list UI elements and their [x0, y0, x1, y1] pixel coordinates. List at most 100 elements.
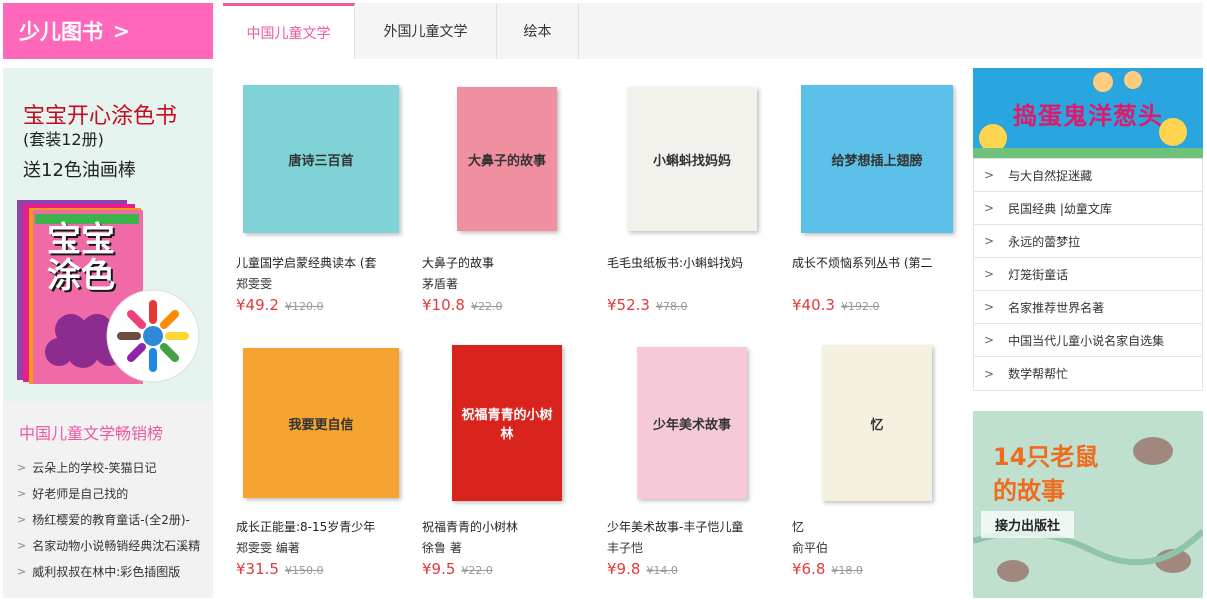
tab-foreign-children-literature[interactable]: 外国儿童文学 — [355, 3, 497, 59]
current-price: ¥49.2 — [236, 296, 279, 314]
category-item[interactable]: > 永远的蕾梦拉 — [974, 225, 1202, 258]
book-title[interactable]: 忆 — [792, 518, 962, 535]
book-price: ¥6.8 ¥18.0 — [792, 560, 863, 578]
original-price: ¥150.0 — [284, 564, 324, 577]
cover-title: 我要更自信 — [288, 417, 354, 433]
category-item[interactable]: > 名家推荐世界名著 — [974, 291, 1202, 324]
current-price: ¥31.5 — [236, 560, 279, 578]
book-card[interactable]: 给梦想插上翅膀 成长不烦恼系列丛书 (第二 ¥40.3 ¥192.0 — [792, 80, 962, 320]
chevron-right-icon: > — [984, 300, 995, 314]
book-card[interactable]: 小蝌蚪找妈妈 毛毛虫纸板书:小蝌蚪找妈 ¥52.3 ¥78.0 — [607, 80, 777, 320]
chevron-right-icon: > — [17, 460, 27, 474]
current-price: ¥10.8 — [422, 296, 465, 314]
cover-title: 忆 — [870, 417, 884, 433]
chevron-right-icon: > — [17, 564, 27, 578]
chevron-right-icon: > — [17, 486, 27, 500]
category-item-label: 中国当代儿童小说名家自选集 — [1008, 333, 1165, 348]
book-cover[interactable]: 忆 — [792, 344, 962, 502]
book-cover[interactable]: 祝福青青的小树林 — [422, 344, 592, 502]
category-item-label: 灯笼街童话 — [1008, 267, 1069, 282]
coloring-book-cover-title: 宝宝涂色 — [47, 220, 115, 296]
cover-title: 大鼻子的故事 — [467, 153, 546, 169]
chevron-right-icon: > — [984, 366, 995, 381]
bestseller-item[interactable]: > 好老师是自己找的 — [17, 480, 209, 506]
promo-banner-14-mice[interactable]: 14只老鼠 的故事 接力出版社 — [973, 411, 1203, 598]
book-title[interactable]: 祝福青青的小树林 — [422, 518, 592, 535]
current-price: ¥6.8 — [792, 560, 826, 578]
category-item-label: 与大自然捉迷藏 — [1008, 168, 1093, 183]
category-item-label: 名家推荐世界名著 — [1008, 300, 1105, 315]
tab-chinese-children-literature[interactable]: 中国儿童文学 — [223, 3, 355, 59]
chevron-right-icon: > — [984, 234, 995, 248]
chevron-right-icon: > — [984, 168, 995, 182]
original-price: ¥192.0 — [840, 300, 880, 313]
book-price: ¥9.8 ¥14.0 — [607, 560, 678, 578]
original-price: ¥78.0 — [655, 300, 688, 313]
chevron-right-icon: > — [17, 512, 27, 526]
category-item-label: 永远的蕾梦拉 — [1008, 234, 1081, 249]
bestseller-item-label: 名家动物小说畅销经典沈石溪精 — [32, 538, 201, 553]
book-title[interactable]: 成长正能量:8-15岁青少年 — [236, 518, 406, 535]
book-cover[interactable]: 唐诗三百首 — [236, 80, 406, 238]
book-price: ¥31.5 ¥150.0 — [236, 560, 323, 578]
category-tabs: 中国儿童文学 外国儿童文学 绘本 — [223, 3, 1203, 59]
book-cover[interactable]: 给梦想插上翅膀 — [792, 80, 962, 238]
book-title[interactable]: 少年美术故事-丰子恺儿童 — [607, 518, 777, 535]
bestseller-item-label: 好老师是自己找的 — [32, 486, 129, 501]
ad-title: 捣蛋鬼洋葱头 — [1013, 102, 1163, 130]
original-price: ¥14.0 — [646, 564, 678, 577]
category-item[interactable]: > 中国当代儿童小说名家自选集 — [974, 324, 1202, 357]
book-title[interactable]: 毛毛虫纸板书:小蝌蚪找妈 — [607, 254, 777, 271]
section-header[interactable]: 少儿图书 > — [3, 3, 213, 59]
original-price: ¥18.0 — [831, 564, 863, 577]
ad-title-line1: 14只老鼠 — [993, 443, 1099, 471]
book-title[interactable]: 成长不烦恼系列丛书 (第二 — [792, 254, 962, 271]
book-cover[interactable]: 大鼻子的故事 — [422, 80, 592, 238]
book-card[interactable]: 少年美术故事 少年美术故事-丰子恺儿童 丰子恺 ¥9.8 ¥14.0 — [607, 344, 777, 584]
cover-title: 唐诗三百首 — [288, 153, 354, 169]
promo-banner-onion-head[interactable]: 捣蛋鬼洋葱头 — [973, 68, 1203, 158]
publisher-label: 接力出版社 — [981, 511, 1075, 538]
original-price: ¥120.0 — [284, 300, 324, 313]
bestseller-item[interactable]: > 云朵上的学校-笑猫日记 — [17, 454, 209, 480]
category-item[interactable]: > 数学帮帮忙 — [974, 357, 1202, 390]
book-card[interactable]: 祝福青青的小树林 祝福青青的小树林 徐鲁 著 ¥9.5 ¥22.0 — [422, 344, 592, 584]
bestseller-item-label: 威利叔叔在林中:彩色插图版 — [32, 564, 181, 579]
category-item[interactable]: > 灯笼街童话 — [974, 258, 1202, 291]
book-price: ¥10.8 ¥22.0 — [422, 296, 502, 314]
book-card[interactable]: 我要更自信 成长正能量:8-15岁青少年 郑雯雯 编著 ¥31.5 ¥150.0 — [236, 344, 406, 584]
book-cover[interactable]: 少年美术故事 — [607, 344, 777, 502]
book-author[interactable]: 茅盾著 — [422, 275, 458, 292]
promo-banner[interactable]: 宝宝开心涂色书 (套装12册) 送12色油画棒 宝宝涂色 — [3, 68, 213, 402]
book-author[interactable]: 郑雯雯 编著 — [236, 539, 300, 556]
book-card[interactable]: 唐诗三百首 儿童国学启蒙经典读本 (套 郑雯雯 ¥49.2 ¥120.0 — [236, 80, 406, 320]
chevron-right-icon: > — [113, 19, 130, 43]
chevron-right-icon: > — [17, 538, 27, 552]
bestseller-list: > 云朵上的学校-笑猫日记 > 好老师是自己找的 > 杨红樱爱的教育童话-(全2册)-… — [17, 454, 209, 584]
book-price: ¥9.5 ¥22.0 — [422, 560, 493, 578]
chevron-right-icon: > — [984, 333, 995, 347]
book-cover[interactable]: 我要更自信 — [236, 344, 406, 502]
cover-title: 少年美术故事 — [652, 417, 731, 433]
tab-picture-books[interactable]: 绘本 — [497, 3, 579, 59]
book-card[interactable]: 忆 忆 俞平伯 ¥6.8 ¥18.0 — [792, 344, 962, 584]
book-card[interactable]: 大鼻子的故事 大鼻子的故事 茅盾著 ¥10.8 ¥22.0 — [422, 80, 592, 320]
book-title[interactable]: 大鼻子的故事 — [422, 254, 592, 271]
chevron-right-icon: > — [984, 267, 995, 281]
bestseller-item[interactable]: > 威利叔叔在林中:彩色插图版 — [17, 558, 209, 584]
bestseller-item-label: 云朵上的学校-笑猫日记 — [32, 460, 157, 475]
bestseller-item[interactable]: > 杨红樱爱的教育童话-(全2册)- — [17, 506, 209, 532]
book-author[interactable]: 郑雯雯 — [236, 275, 272, 292]
book-cover[interactable]: 小蝌蚪找妈妈 — [607, 80, 777, 238]
book-author[interactable]: 徐鲁 著 — [422, 539, 462, 556]
book-price: ¥49.2 ¥120.0 — [236, 296, 323, 314]
book-title[interactable]: 儿童国学启蒙经典读本 (套 — [236, 254, 406, 271]
book-author[interactable]: 丰子恺 — [607, 539, 643, 556]
category-item-label: 民国经典 |幼童文库 — [1008, 201, 1112, 216]
book-author[interactable]: 俞平伯 — [792, 539, 828, 556]
current-price: ¥9.8 — [607, 560, 641, 578]
category-item[interactable]: > 民国经典 |幼童文库 — [974, 192, 1202, 225]
bestseller-item[interactable]: > 名家动物小说畅销经典沈石溪精 — [17, 532, 209, 558]
category-item[interactable]: > 与大自然捉迷藏 — [974, 159, 1202, 192]
cover-title: 给梦想插上翅膀 — [831, 153, 923, 169]
